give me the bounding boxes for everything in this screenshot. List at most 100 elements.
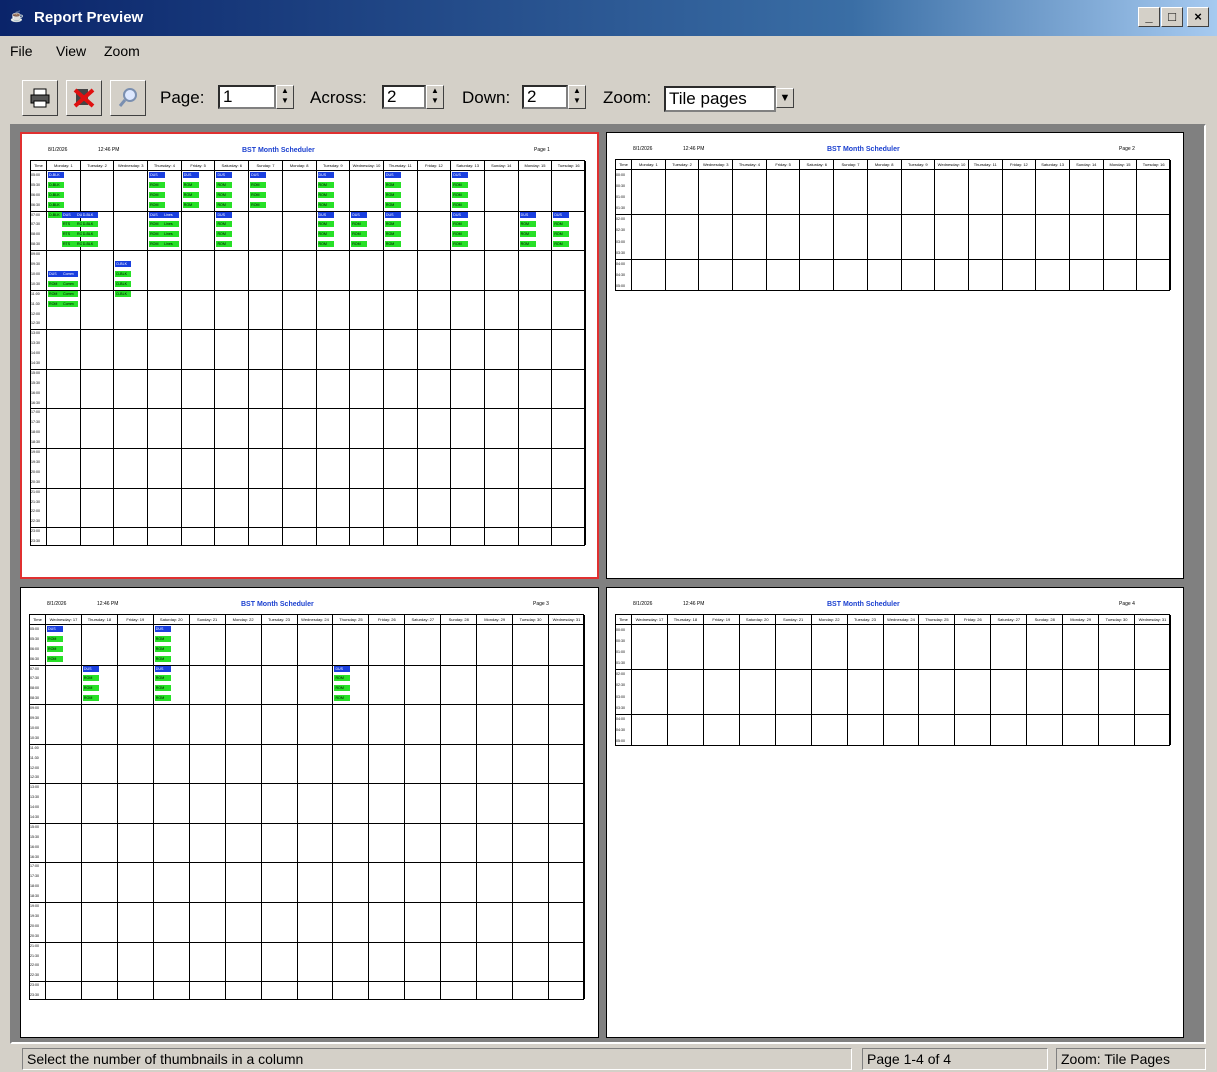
time-label: 08:00 (31, 232, 40, 237)
day-header: Tuesday: 16 (1137, 160, 1171, 170)
maximize-button[interactable]: □ (1161, 7, 1183, 27)
day-header: Monday: 29 (477, 615, 514, 625)
schedule-event: ROM (154, 685, 171, 692)
close-preview-button[interactable] (66, 80, 102, 116)
schedule-event: Lines (163, 231, 180, 238)
day-header: Monday: 15 (1103, 160, 1138, 170)
time-label: 16:00 (30, 844, 39, 849)
day-column (418, 171, 452, 545)
menu-view[interactable]: View (56, 43, 86, 59)
menu-file[interactable]: File (10, 43, 33, 59)
schedule-event: ROM (182, 201, 199, 208)
schedule-event: D-BLK (115, 270, 132, 277)
schedule-event: DUS (182, 172, 199, 178)
time-label: 20:00 (31, 469, 40, 474)
schedule-event: ROM (317, 241, 334, 248)
time-label: 10:30 (30, 735, 39, 740)
schedule-event: Comm (62, 290, 78, 297)
day-column (485, 171, 519, 545)
page-thumbnail-3[interactable]: 8/1/2026 12:46 PM BST Month Scheduler Page … (20, 587, 599, 1038)
page-thumbnail-4[interactable]: 8/1/2026 12:46 PM BST Month Scheduler Page … (606, 587, 1184, 1038)
status-bar: Select the number of thumbnails in a col… (0, 1044, 1217, 1072)
hour-divider (30, 704, 585, 706)
report-time: 12:46 PM (683, 601, 705, 607)
minimize-button[interactable]: _ (1138, 7, 1160, 27)
print-button[interactable] (22, 80, 58, 116)
page-thumbnail-2[interactable]: 8/1/2026 12:46 PM BST Month Scheduler Page … (606, 132, 1184, 579)
schedule-event: ROM (452, 181, 469, 188)
page-input[interactable]: 1 (218, 85, 276, 109)
day-column (549, 625, 585, 999)
day-column (733, 170, 767, 290)
schedule-event: ROM (384, 201, 401, 208)
schedule-event: ROM (317, 191, 334, 198)
down-spinner[interactable]: ▲ ▼ (568, 85, 586, 109)
time-label: 13:00 (30, 785, 39, 790)
schedule-event: ROM (216, 181, 233, 188)
report-title: BST Month Scheduler (827, 146, 900, 153)
hour-divider (31, 487, 586, 489)
zoom-select[interactable]: Tile pages (664, 86, 776, 112)
schedule-event: D-BLK (81, 231, 98, 238)
day-column (699, 170, 734, 290)
schedule-event: ROM (519, 231, 536, 238)
schedule-event: Comm (62, 300, 78, 307)
time-label: 09:30 (30, 716, 39, 721)
across-spinner[interactable]: ▲ ▼ (426, 85, 444, 109)
window-title: Report Preview (34, 9, 144, 26)
report-date: 8/1/2026 (633, 146, 653, 152)
day-column (1099, 625, 1136, 745)
day-column (800, 170, 835, 290)
time-label: 09:30 (31, 262, 40, 267)
time-label: 17:30 (31, 420, 40, 425)
across-input[interactable]: 2 (382, 85, 426, 109)
day-header: Time (616, 615, 632, 625)
menu-zoom[interactable]: Zoom (104, 43, 140, 59)
schedule-event: ROM (553, 221, 570, 228)
page-spinner[interactable]: ▲ ▼ (276, 85, 294, 109)
time-label: 05:00 (31, 173, 40, 177)
time-label: 09:00 (30, 706, 39, 711)
time-label: 00:30 (616, 184, 625, 189)
schedule-event: ROM (334, 685, 351, 692)
day-column (884, 625, 920, 745)
schedule-event: ROM (384, 181, 401, 188)
day-column (226, 625, 262, 999)
time-label: 06:30 (31, 202, 40, 207)
chevron-down-icon[interactable]: ▼ (776, 88, 794, 108)
schedule-event: ROM (553, 231, 570, 238)
time-label: 05:00 (616, 738, 625, 743)
time-label: 18:30 (30, 894, 39, 899)
time-label: 16:30 (31, 400, 40, 405)
hour-divider (31, 408, 586, 410)
time-label: 00:00 (616, 173, 625, 177)
day-header: Wednesday: 17 (632, 615, 668, 625)
time-label: 12:00 (30, 765, 39, 770)
time-label: 02:30 (616, 683, 625, 688)
time-label: 22:00 (31, 509, 40, 514)
hour-divider (31, 527, 586, 529)
day-header: Saturday: 27 (991, 615, 1028, 625)
schedule-event: ROM (216, 221, 233, 228)
day-header: Saturday: 6 (800, 160, 835, 170)
hour-divider (31, 368, 586, 370)
across-label: Across: (310, 88, 367, 107)
hour-divider (30, 902, 585, 904)
page-label: Page: (160, 88, 205, 107)
day-header: Friday: 19 (703, 615, 740, 625)
day-header: Sunday: 28 (1027, 615, 1064, 625)
day-header: Wednesday: 3 (699, 160, 734, 170)
close-button[interactable]: × (1187, 7, 1209, 27)
schedule-event: DUS (250, 172, 267, 178)
schedule-event: DUS (216, 211, 233, 218)
day-column (118, 625, 154, 999)
page-thumbnail-1[interactable]: 8/1/2026 12:46 PM BST Month Scheduler Page … (20, 132, 599, 579)
time-label: 11:00 (30, 745, 39, 750)
magnifier-icon (118, 88, 137, 107)
down-input[interactable]: 2 (522, 85, 568, 109)
zoom-button[interactable] (110, 80, 146, 116)
schedule-event: D-BLK (48, 181, 64, 188)
day-header: Wednesday: 10 (935, 160, 969, 170)
schedule-event: ROM (216, 191, 233, 198)
time-label: 01:30 (616, 206, 625, 211)
